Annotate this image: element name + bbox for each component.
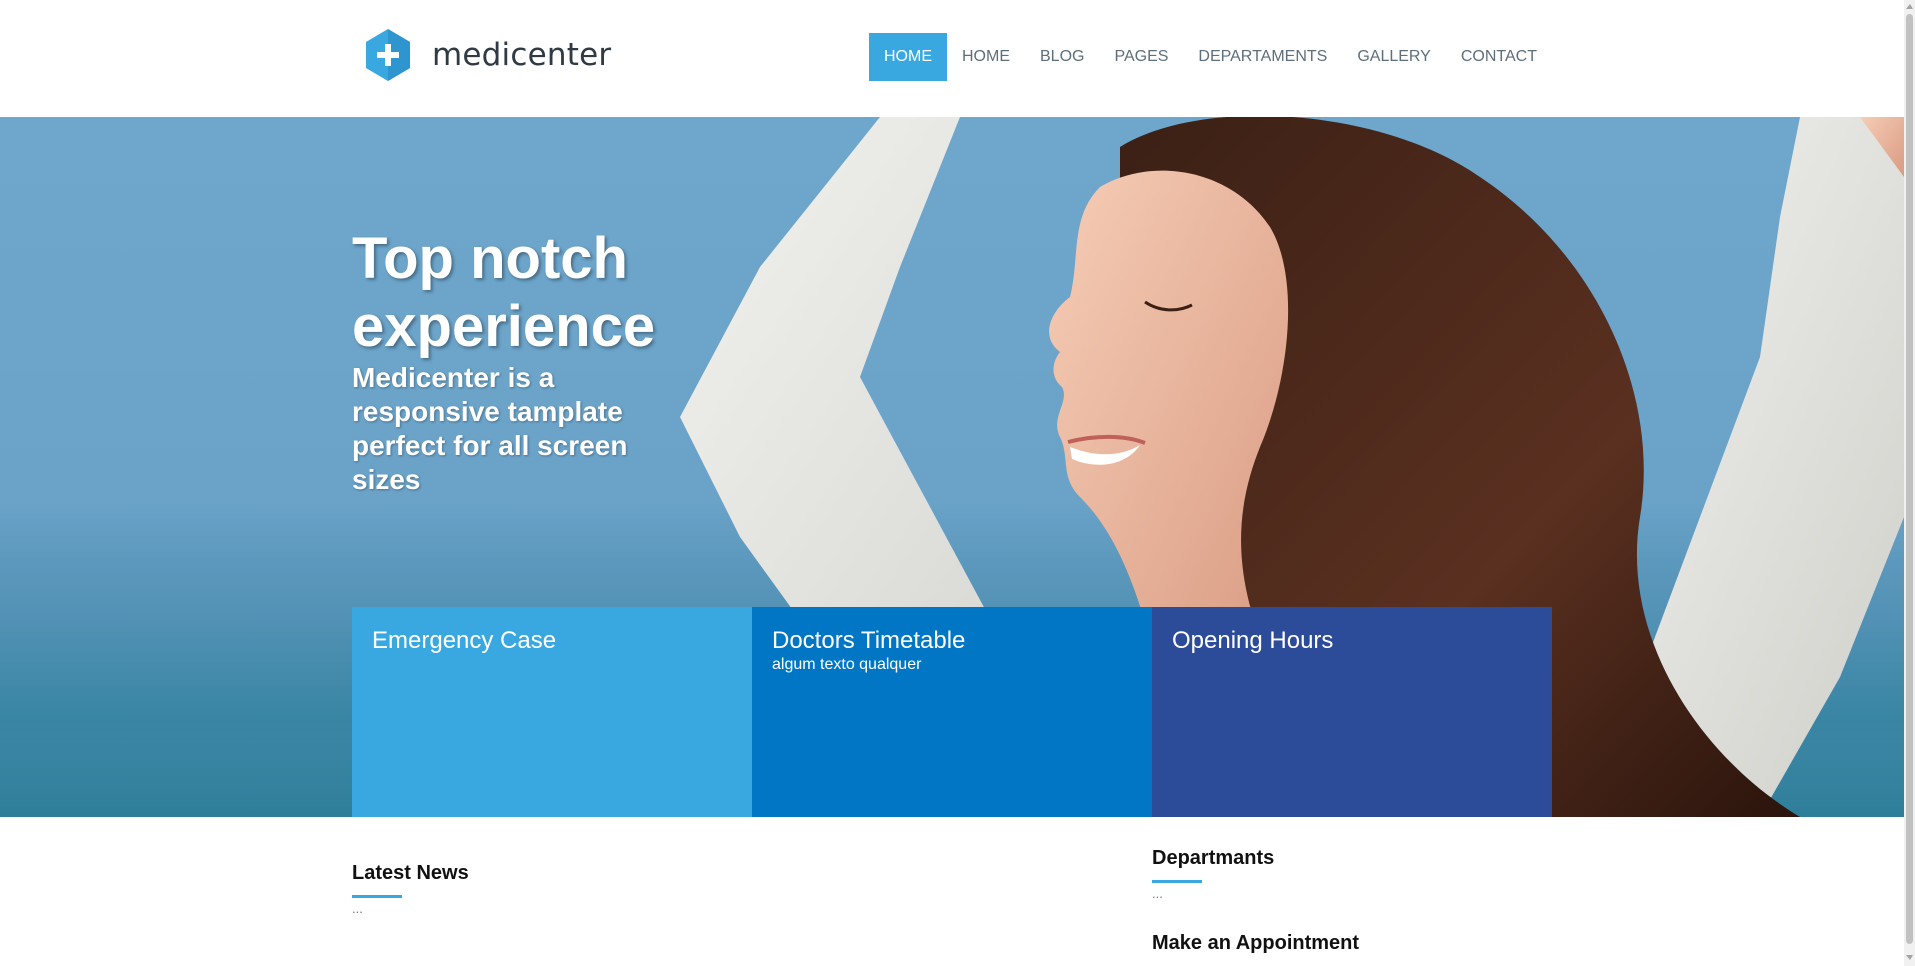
latest-news-underline	[352, 895, 402, 898]
hero-title: Top notch experience	[352, 226, 656, 359]
nav-item-contact[interactable]: CONTACT	[1446, 33, 1552, 81]
departments-body: ...	[1152, 886, 1163, 901]
main-nav: HOME HOME BLOG PAGES DEPARTAMENTS GALLER…	[869, 33, 1552, 81]
hexagon-plus-icon	[366, 29, 410, 81]
latest-news-body: ...	[352, 901, 363, 916]
nav-item-home[interactable]: HOME	[947, 33, 1025, 81]
logo-text: medicenter	[432, 37, 612, 73]
vertical-scrollbar[interactable]	[1904, 0, 1915, 966]
scroll-down-icon[interactable]	[1906, 955, 1913, 960]
opening-hours-box[interactable]: Opening Hours	[1152, 607, 1552, 817]
nav-item-home-active[interactable]: HOME	[869, 33, 947, 81]
box-text: algum texto qualquer	[772, 656, 922, 673]
box-title: Doctors Timetable	[772, 627, 966, 654]
nav-item-blog[interactable]: BLOG	[1025, 33, 1099, 81]
latest-news-heading: Latest News	[352, 862, 469, 884]
scrollbar-thumb[interactable]	[1906, 14, 1913, 944]
hero-subtitle: Medicenter is a responsive tamplate perf…	[352, 362, 628, 495]
departments-underline	[1152, 880, 1202, 883]
appointment-heading: Make an Appointment	[1152, 932, 1360, 954]
page: medicenter HOME HOME BLOG PAGES DEPARTAM…	[0, 0, 1915, 966]
emergency-case-box[interactable]: Emergency Case	[352, 607, 752, 817]
site-header: medicenter HOME HOME BLOG PAGES DEPARTAM…	[0, 0, 1904, 117]
feature-boxes: Emergency Case Doctors Timetable algum t…	[352, 607, 1552, 817]
departments-heading: Departmants	[1152, 847, 1275, 869]
box-title: Emergency Case	[372, 627, 557, 654]
doctors-timetable-box[interactable]: Doctors Timetable algum texto qualquer	[752, 607, 1152, 817]
nav-item-departaments[interactable]: DEPARTAMENTS	[1183, 33, 1342, 81]
nav-item-pages[interactable]: PAGES	[1099, 33, 1183, 81]
logo[interactable]: medicenter	[364, 29, 611, 81]
scroll-up-icon[interactable]	[1906, 4, 1913, 9]
box-title: Opening Hours	[1172, 627, 1334, 654]
nav-item-gallery[interactable]: GALLERY	[1342, 33, 1446, 81]
